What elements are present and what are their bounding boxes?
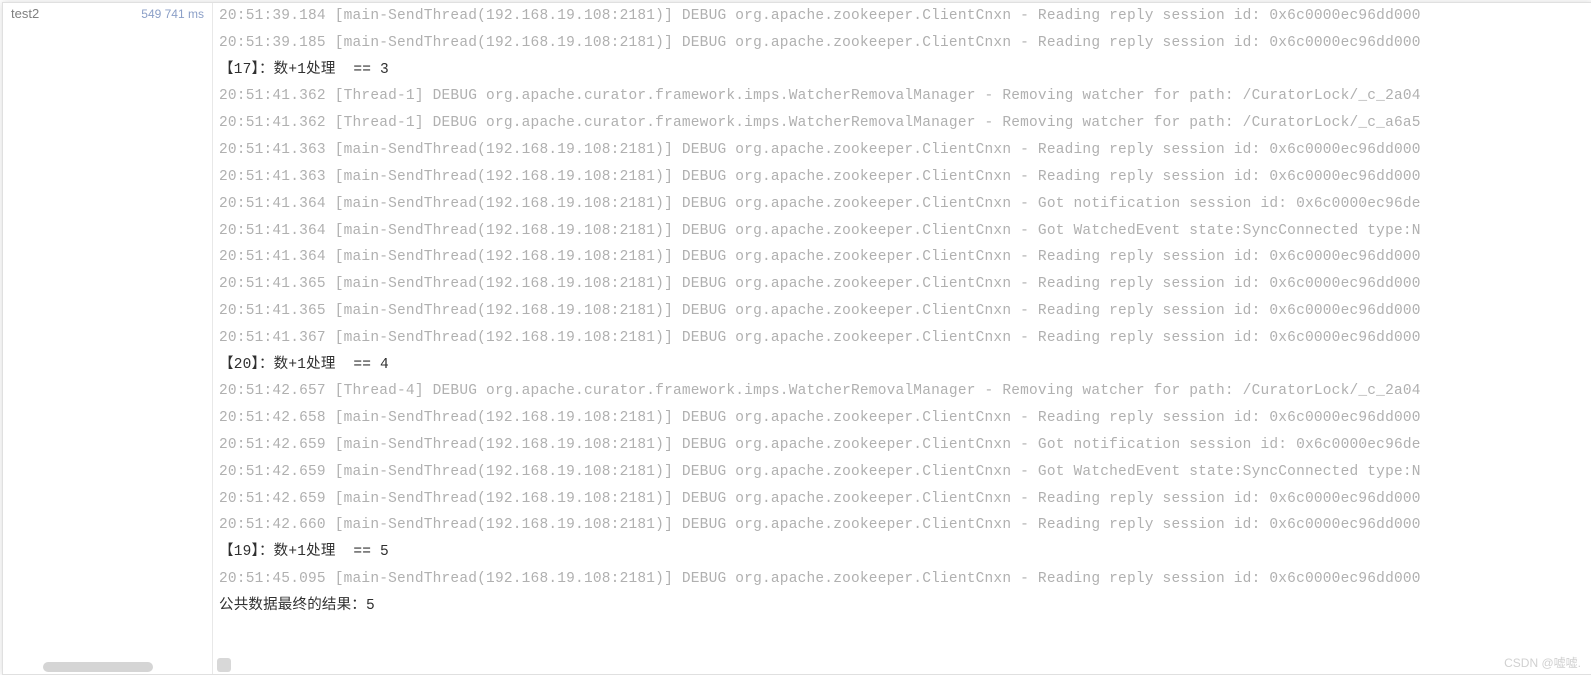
log-line[interactable]: 20:51:41.365 [main-SendThread(192.168.19… [219,298,1591,325]
test-item[interactable]: test2 549 741 ms [3,5,212,22]
watermark-text: CSDN @嘘嘘. [1504,654,1581,671]
log-line[interactable]: 20:51:41.363 [main-SendThread(192.168.19… [219,164,1591,191]
log-line[interactable]: 20:51:45.095 [main-SendThread(192.168.19… [219,566,1591,593]
console-output[interactable]: 20:51:39.184 [main-SendThread(192.168.19… [213,3,1591,674]
log-line[interactable]: 20:51:41.365 [main-SendThread(192.168.19… [219,271,1591,298]
log-line[interactable]: 20:51:41.367 [main-SendThread(192.168.19… [219,325,1591,352]
sidebar-scrollbar[interactable] [43,662,153,672]
console-horizontal-scrollbar[interactable] [217,658,1588,672]
test-name: test2 [11,6,39,21]
stdout-line[interactable]: 【17】：数+1处理 == 3 [219,57,1591,84]
log-line[interactable]: 20:51:42.659 [main-SendThread(192.168.19… [219,459,1591,486]
stdout-line[interactable]: 公共数据最终的结果：5 [219,593,1591,620]
test-sidebar: test2 549 741 ms [3,3,213,674]
log-line[interactable]: 20:51:39.185 [main-SendThread(192.168.19… [219,30,1591,57]
log-line[interactable]: 20:51:42.658 [main-SendThread(192.168.19… [219,405,1591,432]
log-line[interactable]: 20:51:41.364 [main-SendThread(192.168.19… [219,191,1591,218]
log-line[interactable]: 20:51:41.364 [main-SendThread(192.168.19… [219,218,1591,245]
stdout-line[interactable]: 【19】：数+1处理 == 5 [219,539,1591,566]
log-line[interactable]: 20:51:42.659 [main-SendThread(192.168.19… [219,432,1591,459]
ide-console-panel: test2 549 741 ms 20:51:39.184 [main-Send… [2,2,1591,675]
stdout-line[interactable]: 【20】：数+1处理 == 4 [219,352,1591,379]
log-line[interactable]: 20:51:42.659 [main-SendThread(192.168.19… [219,486,1591,513]
log-line[interactable]: 20:51:42.660 [main-SendThread(192.168.19… [219,512,1591,539]
log-line[interactable]: 20:51:41.363 [main-SendThread(192.168.19… [219,137,1591,164]
scrollbar-thumb[interactable] [217,658,231,672]
log-line[interactable]: 20:51:39.184 [main-SendThread(192.168.19… [219,3,1591,30]
log-line[interactable]: 20:51:41.362 [Thread-1] DEBUG org.apache… [219,110,1591,137]
log-line[interactable]: 20:51:41.364 [main-SendThread(192.168.19… [219,244,1591,271]
log-line[interactable]: 20:51:42.657 [Thread-4] DEBUG org.apache… [219,378,1591,405]
log-line[interactable]: 20:51:41.362 [Thread-1] DEBUG org.apache… [219,83,1591,110]
test-duration: 549 741 ms [141,7,204,21]
